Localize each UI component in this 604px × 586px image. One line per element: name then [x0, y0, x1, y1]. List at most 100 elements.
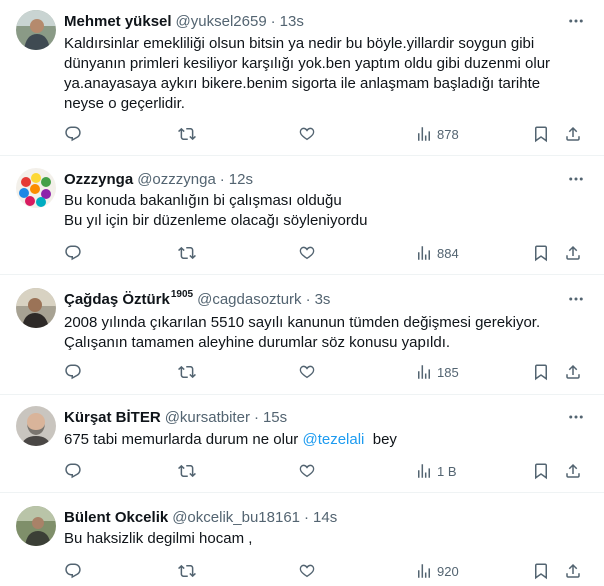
bookmark-button[interactable] — [532, 243, 550, 263]
avatar[interactable] — [16, 506, 56, 546]
like-icon — [299, 464, 315, 478]
tweet[interactable]: Çağdaş Öztürk 1905 @cagdasozturk · 3s 20… — [0, 275, 604, 395]
views-button[interactable]: 1 B — [415, 461, 457, 481]
tweet[interactable]: Bülent Okcelik @okcelik_bu18161 · 14s Bu… — [0, 493, 604, 586]
tweet-text-line: Bu haksizlik degilmi hocam , — [64, 530, 253, 547]
retweet-button[interactable] — [178, 243, 196, 263]
timestamp[interactable]: 14s — [313, 509, 337, 526]
views-count: 878 — [437, 126, 459, 142]
like-button[interactable] — [298, 561, 316, 581]
like-button[interactable] — [298, 124, 316, 144]
tweet-actions: 920 — [0, 561, 604, 581]
share-button[interactable] — [564, 124, 582, 144]
like-icon — [299, 127, 315, 141]
views-button[interactable]: 185 — [415, 362, 459, 382]
bookmark-icon — [535, 463, 547, 480]
like-button[interactable] — [298, 461, 316, 481]
retweet-button[interactable] — [178, 461, 196, 481]
display-name[interactable]: Kürşat BİTER — [64, 409, 161, 426]
retweet-button[interactable] — [178, 124, 196, 144]
views-icon — [418, 127, 430, 141]
tweet-text-line: dünyanın primleri kesiliyor karşılığı yo… — [64, 55, 551, 72]
more-icon[interactable] — [566, 289, 586, 309]
user-handle[interactable]: @cagdasozturk — [197, 291, 301, 308]
more-icon[interactable] — [566, 169, 586, 189]
reply-button[interactable] — [64, 243, 82, 263]
share-icon — [566, 463, 580, 478]
like-button[interactable] — [298, 243, 316, 263]
tweet-header: Kürşat BİTER @kursatbiter · 15s — [64, 407, 287, 427]
display-name[interactable]: Ozzzynga — [64, 171, 133, 188]
bookmark-icon — [535, 245, 547, 262]
tweet-feed: Mehmet yüksel @yuksel2659 · 13s Kaldırsi… — [0, 0, 604, 586]
bookmark-button[interactable] — [532, 461, 550, 481]
reply-button[interactable] — [64, 561, 82, 581]
more-icon[interactable] — [566, 407, 586, 427]
tweet-actions: 884 — [0, 243, 604, 263]
bookmark-icon — [535, 126, 547, 143]
views-button[interactable]: 878 — [415, 124, 459, 144]
views-button[interactable]: 920 — [415, 561, 459, 581]
mention-link[interactable]: @tezelali — [302, 431, 364, 448]
separator-dot: · — [270, 12, 276, 30]
user-handle[interactable]: @okcelik_bu18161 — [172, 509, 300, 526]
tweet-text-line: Bu konuda bakanlığın bi çalışması olduğu — [64, 192, 342, 209]
share-button[interactable] — [564, 362, 582, 382]
tweet-text-line: 675 tabi memurlarda durum ne olur @tezel… — [64, 430, 584, 450]
bookmark-button[interactable] — [532, 124, 550, 144]
views-icon — [418, 564, 430, 578]
more-icon[interactable] — [566, 11, 586, 31]
like-icon — [299, 365, 315, 379]
user-handle[interactable]: @yuksel2659 — [176, 13, 267, 30]
reply-button[interactable] — [64, 124, 82, 144]
tweet-text-segment: bey — [364, 431, 397, 448]
timestamp[interactable]: 15s — [263, 409, 287, 426]
views-icon — [418, 464, 430, 478]
tweet-text-line: 2008 yılında çıkarılan 5510 sayılı kanun… — [64, 314, 541, 331]
views-icon — [418, 365, 430, 379]
tweet[interactable]: Mehmet yüksel @yuksel2659 · 13s Kaldırsi… — [0, 0, 604, 156]
user-handle[interactable]: @kursatbiter — [165, 409, 250, 426]
user-handle[interactable]: @ozzzynga — [137, 171, 216, 188]
avatar[interactable] — [16, 288, 56, 328]
timestamp[interactable]: 12s — [229, 171, 253, 188]
reply-button[interactable] — [64, 362, 82, 382]
retweet-button[interactable] — [178, 362, 196, 382]
tweet-actions: 878 — [0, 124, 604, 144]
views-count: 185 — [437, 364, 459, 380]
separator-dot: · — [304, 508, 310, 526]
avatar[interactable] — [16, 10, 56, 50]
avatar[interactable] — [16, 406, 56, 446]
bookmark-icon — [535, 563, 547, 580]
bookmark-button[interactable] — [532, 561, 550, 581]
share-button[interactable] — [564, 561, 582, 581]
tweet-actions: 185 — [0, 362, 604, 382]
separator-dot: · — [253, 408, 259, 426]
like-button[interactable] — [298, 362, 316, 382]
bookmark-button[interactable] — [532, 362, 550, 382]
separator-dot: · — [219, 170, 225, 188]
tweet-text: 675 tabi memurlarda durum ne olur @tezel… — [64, 430, 584, 450]
retweet-button[interactable] — [178, 561, 196, 581]
tweet-text-line: Bu yıl için bir düzenleme olacağı söylen… — [64, 212, 368, 229]
tweet[interactable]: Kürşat BİTER @kursatbiter · 15s 675 tabi… — [0, 395, 604, 493]
share-button[interactable] — [564, 461, 582, 481]
views-button[interactable]: 884 — [415, 243, 459, 263]
retweet-icon — [178, 365, 196, 379]
share-button[interactable] — [564, 243, 582, 263]
display-name[interactable]: Bülent Okcelik — [64, 509, 168, 526]
tweet-text: 2008 yılında çıkarılan 5510 sayılı kanun… — [64, 313, 584, 353]
retweet-icon — [178, 464, 196, 478]
views-count: 920 — [437, 563, 459, 579]
display-name[interactable]: Çağdaş Öztürk — [64, 291, 170, 308]
timestamp[interactable]: 13s — [280, 13, 304, 30]
share-icon — [566, 563, 580, 578]
avatar[interactable] — [16, 168, 56, 208]
timestamp[interactable]: 3s — [315, 291, 331, 308]
bookmark-icon — [535, 364, 547, 381]
share-icon — [566, 126, 580, 141]
tweet[interactable]: Ozzzynga @ozzzynga · 12s Bu konuda bakan… — [0, 156, 604, 275]
tweet-text-line: neyse o geçerlidir. — [64, 95, 185, 112]
reply-button[interactable] — [64, 461, 82, 481]
display-name[interactable]: Mehmet yüksel — [64, 13, 172, 30]
